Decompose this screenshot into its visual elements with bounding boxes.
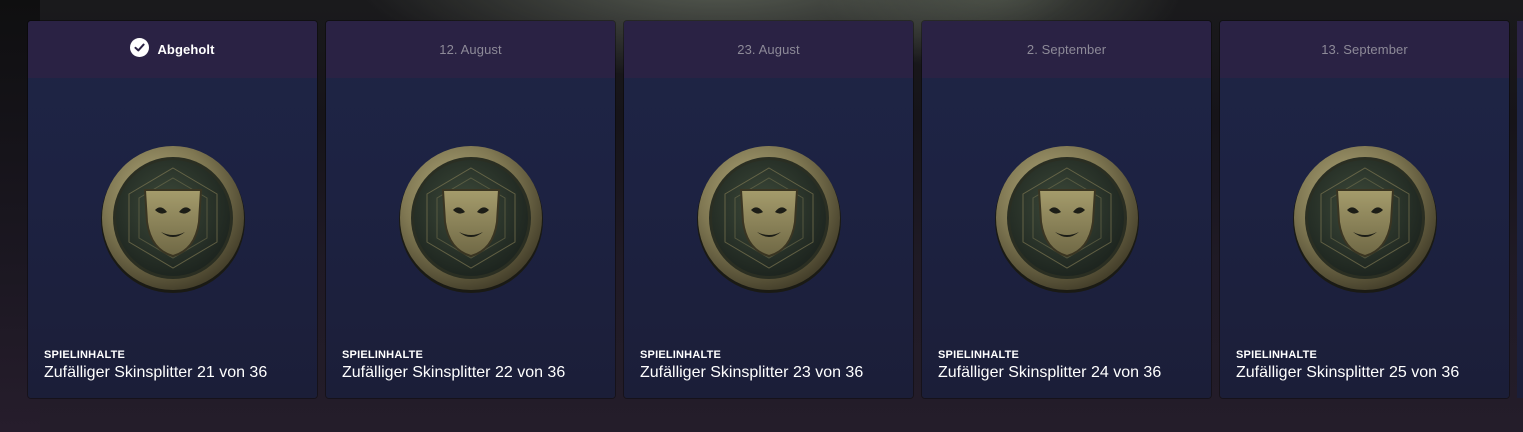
card-status-header: 13. September xyxy=(1220,21,1509,78)
card-status-label: 13. September xyxy=(1321,42,1408,57)
card-status-label: 12. August xyxy=(439,42,502,57)
reward-card[interactable]: 2. September SPIELINHALTE Zufälliger Ski… xyxy=(922,21,1211,398)
card-status-header: 12. August xyxy=(326,21,615,78)
card-title: Zufälliger Skinsplitter 22 von 36 xyxy=(342,364,566,381)
reward-cards-row: Abgeholt SPIELINHALTE Zufälliger Skinspl… xyxy=(28,21,1509,398)
card-status-label: 23. August xyxy=(737,42,800,57)
card-title: Zufälliger Skinsplitter 21 von 36 xyxy=(44,364,268,381)
mask-token-icon xyxy=(993,142,1141,294)
card-title: Zufälliger Skinsplitter 23 von 36 xyxy=(640,364,864,381)
mask-token-icon xyxy=(397,142,545,294)
reward-card[interactable]: 23. August SPIELINHALTE Zufälliger Skins… xyxy=(624,21,913,398)
card-footer: SPIELINHALTE Zufälliger Skinsplitter 22 … xyxy=(342,349,605,382)
card-category: SPIELINHALTE xyxy=(1236,349,1318,361)
card-status-header: 23. August xyxy=(624,21,913,78)
card-title: Zufälliger Skinsplitter 24 von 36 xyxy=(938,364,1162,381)
checkmark-circle-icon xyxy=(130,38,150,57)
next-card-edge xyxy=(1517,21,1523,398)
card-footer: SPIELINHALTE Zufälliger Skinsplitter 23 … xyxy=(640,349,903,382)
card-footer: SPIELINHALTE Zufälliger Skinsplitter 21 … xyxy=(44,349,307,382)
card-title: Zufälliger Skinsplitter 25 von 36 xyxy=(1236,364,1460,381)
card-status-header: Abgeholt xyxy=(28,21,317,78)
reward-card[interactable]: Abgeholt SPIELINHALTE Zufälliger Skinspl… xyxy=(28,21,317,398)
card-status-label: 2. September xyxy=(1026,42,1107,57)
card-category: SPIELINHALTE xyxy=(44,349,126,361)
card-category: SPIELINHALTE xyxy=(938,349,1020,361)
card-category: SPIELINHALTE xyxy=(640,349,722,361)
mask-token-icon xyxy=(99,142,247,294)
card-status-label: Abgeholt xyxy=(157,42,215,57)
reward-card[interactable]: 12. August SPIELINHALTE Zufälliger Skins… xyxy=(326,21,615,398)
card-status-header: 2. September xyxy=(922,21,1211,78)
mask-token-icon xyxy=(695,142,843,294)
reward-card[interactable]: 13. September SPIELINHALTE Zufälliger Sk… xyxy=(1220,21,1509,398)
card-category: SPIELINHALTE xyxy=(342,349,424,361)
card-footer: SPIELINHALTE Zufälliger Skinsplitter 25 … xyxy=(1236,349,1499,382)
mask-token-icon xyxy=(1291,142,1439,294)
card-footer: SPIELINHALTE Zufälliger Skinsplitter 24 … xyxy=(938,349,1201,382)
